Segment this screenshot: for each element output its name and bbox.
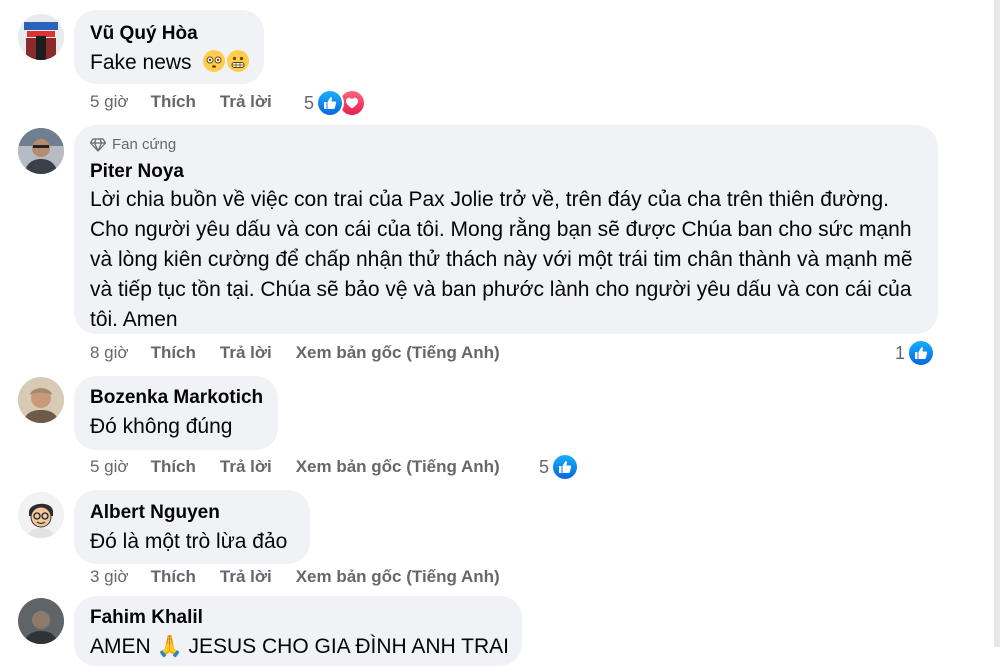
flushed-face-icon bbox=[203, 50, 226, 72]
comment-bubble: Fahim Khalil AMEN 🙏 JESUS CHO GIA ĐÌNH A… bbox=[74, 596, 522, 666]
avatar[interactable] bbox=[18, 598, 64, 644]
avatar[interactable] bbox=[18, 492, 64, 538]
reaction-count: 5 bbox=[304, 92, 315, 113]
see-original-button[interactable]: Xem bản gốc (Tiếng Anh) bbox=[296, 343, 500, 363]
comment-actions: 5 giờ Thích Trả lời bbox=[90, 92, 296, 112]
reply-button[interactable]: Trả lời bbox=[220, 457, 272, 477]
comment-bubble: Bozenka Markotich Đó không đúng bbox=[74, 376, 278, 450]
see-original-button[interactable]: Xem bản gốc (Tiếng Anh) bbox=[296, 457, 500, 477]
comment-author[interactable]: Albert Nguyen bbox=[90, 490, 310, 525]
top-fan-badge: Fan cứng bbox=[90, 125, 938, 155]
comment-time[interactable]: 3 giờ bbox=[90, 567, 129, 587]
like-button[interactable]: Thích bbox=[151, 567, 196, 587]
reply-button[interactable]: Trả lời bbox=[220, 567, 272, 587]
comment-text: Đó là một trò lừa đảo bbox=[90, 530, 288, 553]
comment-text: Fake news bbox=[90, 51, 192, 74]
reaction-count: 5 bbox=[539, 456, 550, 477]
scrollbar-edge bbox=[994, 0, 1000, 647]
reaction-count: 1 bbox=[895, 342, 906, 363]
comment-author[interactable]: Piter Noya bbox=[90, 160, 938, 184]
comment-actions: 5 giờ Thích Trả lời Xem bản gốc (Tiếng A… bbox=[90, 457, 524, 477]
comment-text: AMEN 🙏 JESUS CHO GIA ĐÌNH ANH TRAI bbox=[90, 635, 509, 658]
comment-text: Lời chia buồn về việc con trai của Pax J… bbox=[90, 188, 913, 331]
avatar[interactable] bbox=[18, 128, 64, 174]
reaction-summary[interactable]: 1 bbox=[895, 339, 936, 367]
comment-time[interactable]: 5 giờ bbox=[90, 92, 129, 112]
grimacing-face-icon bbox=[227, 50, 250, 72]
like-reaction-icon bbox=[907, 339, 936, 367]
diamond-icon bbox=[90, 138, 106, 152]
like-button[interactable]: Thích bbox=[151, 92, 196, 112]
reaction-summary[interactable]: 5 bbox=[539, 453, 580, 481]
reply-button[interactable]: Trả lời bbox=[220, 92, 272, 112]
comment-actions: 3 giờ Thích Trả lời Xem bản gốc (Tiếng A… bbox=[90, 567, 524, 587]
comment-time[interactable]: 8 giờ bbox=[90, 343, 129, 363]
like-button[interactable]: Thích bbox=[151, 343, 196, 363]
avatar[interactable] bbox=[18, 377, 64, 423]
comment-actions: 8 giờ Thích Trả lời Xem bản gốc (Tiếng A… bbox=[90, 343, 524, 363]
avatar[interactable] bbox=[18, 14, 64, 60]
comment-bubble: Albert Nguyen Đó là một trò lừa đảo bbox=[74, 490, 310, 564]
see-original-button[interactable]: Xem bản gốc (Tiếng Anh) bbox=[296, 567, 500, 587]
like-reaction-icon bbox=[316, 89, 345, 117]
comment-time[interactable]: 5 giờ bbox=[90, 457, 129, 477]
like-reaction-icon bbox=[551, 453, 580, 481]
comment-bubble: Fan cứng Piter Noya Lời chia buồn về việ… bbox=[74, 125, 938, 334]
comment-bubble: Vũ Quý Hòa Fake news bbox=[74, 10, 264, 84]
like-button[interactable]: Thích bbox=[151, 457, 196, 477]
badge-label: Fan cứng bbox=[112, 136, 177, 153]
reply-button[interactable]: Trả lời bbox=[220, 343, 272, 363]
comment-author[interactable]: Vũ Quý Hòa bbox=[90, 10, 264, 46]
reaction-summary[interactable]: 5 bbox=[304, 89, 367, 117]
comment-author[interactable]: Fahim Khalil bbox=[90, 596, 522, 630]
comment-text: Đó không đúng bbox=[90, 415, 233, 438]
comment-author[interactable]: Bozenka Markotich bbox=[90, 376, 278, 410]
